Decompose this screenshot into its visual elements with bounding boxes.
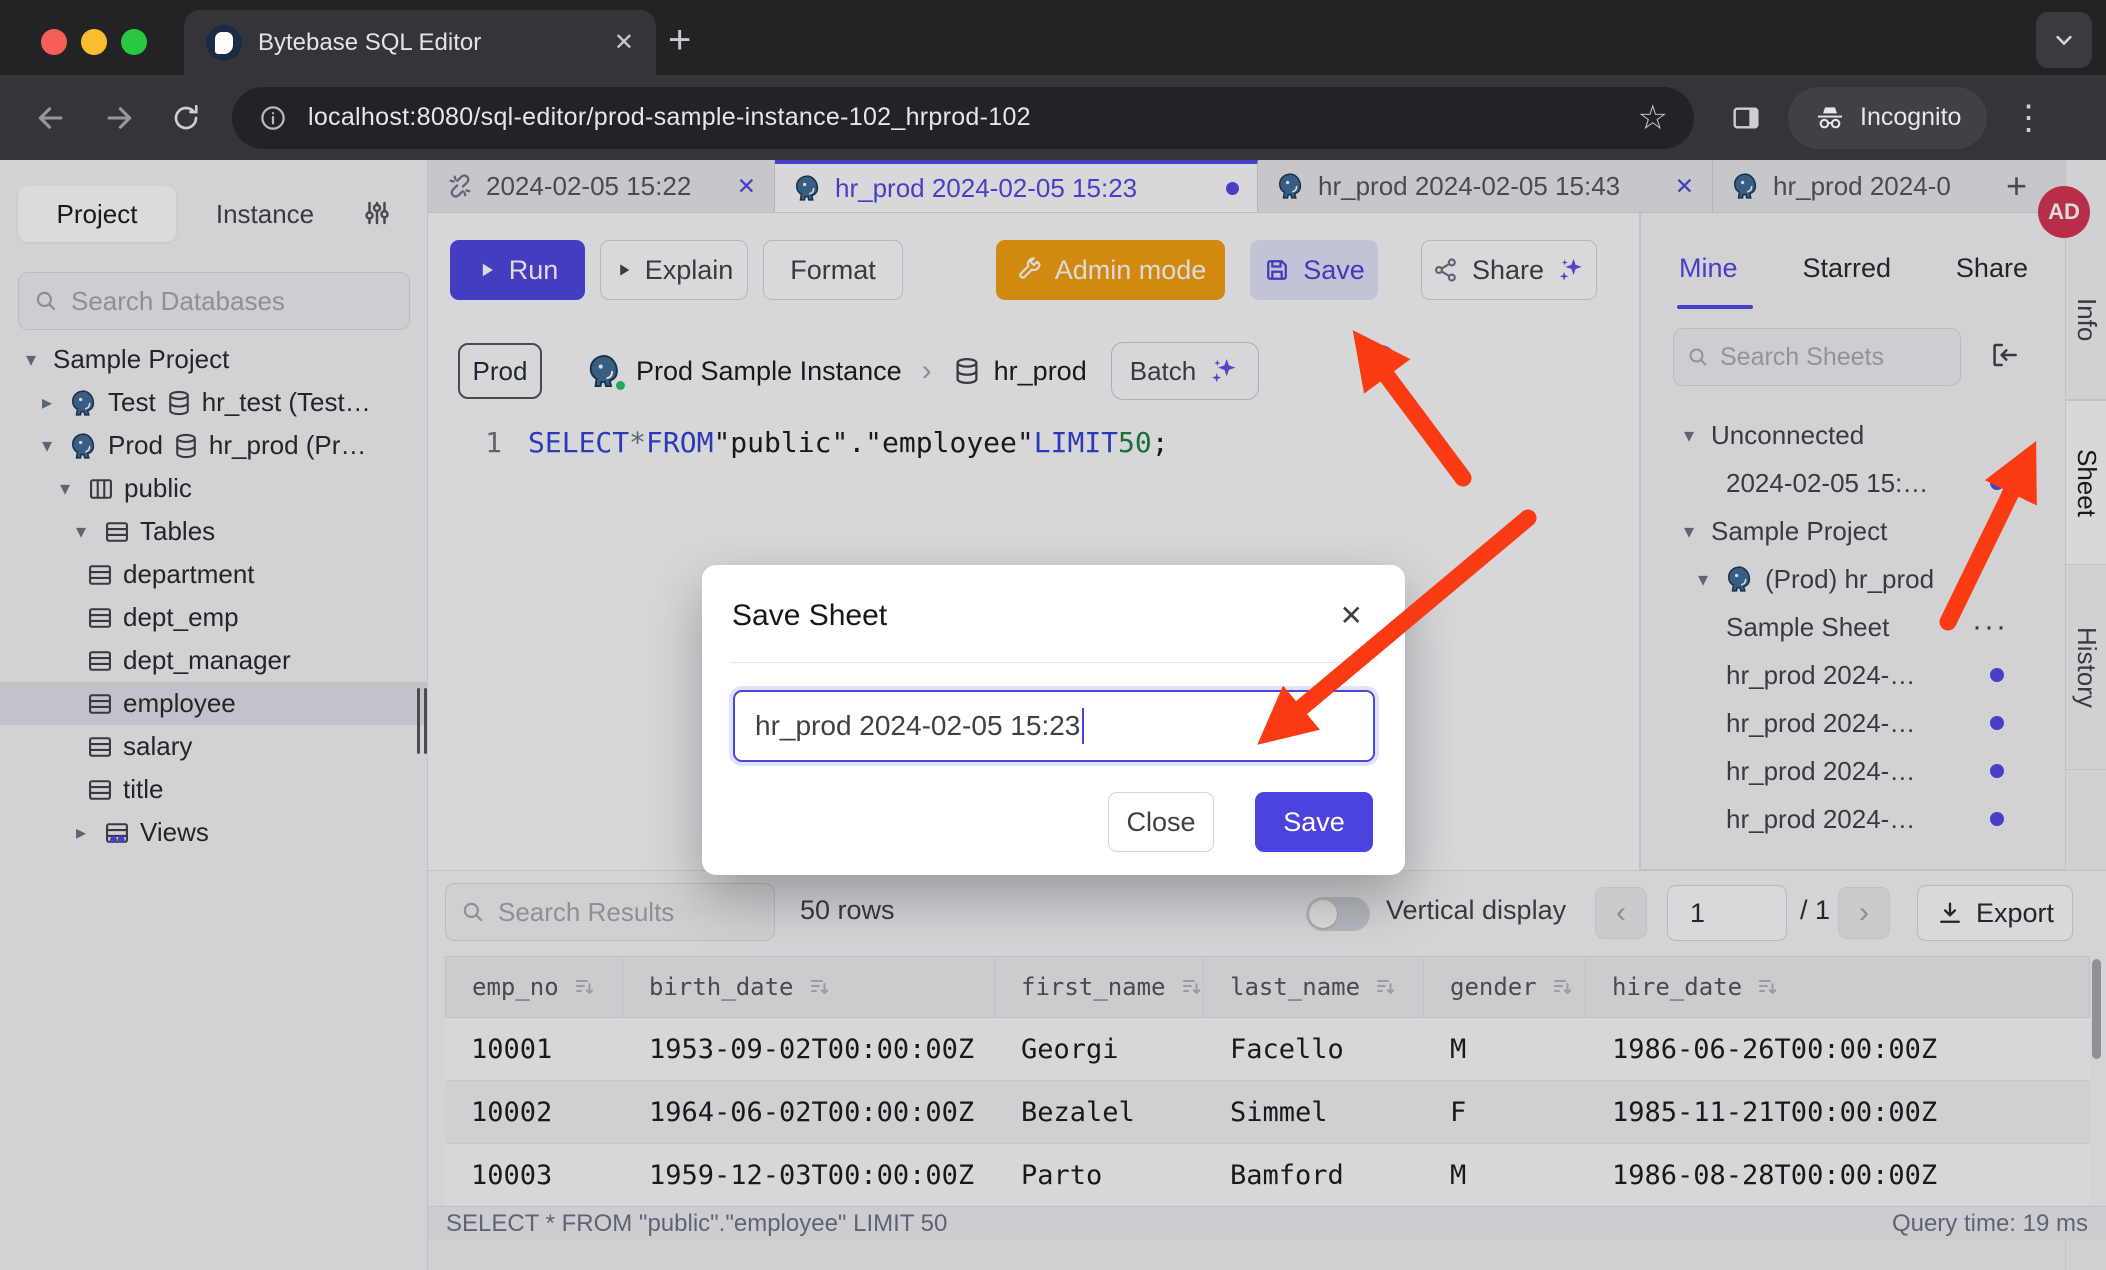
bytebase-favicon — [206, 25, 242, 61]
dialog-close-icon[interactable]: ✕ — [1340, 599, 1363, 632]
side-panel-icon[interactable] — [1730, 102, 1762, 134]
dialog-save-button[interactable]: Save — [1255, 792, 1373, 852]
address-bar[interactable]: localhost:8080/sql-editor/prod-sample-in… — [232, 87, 1694, 149]
reload-button[interactable] — [170, 102, 202, 134]
incognito-label: Incognito — [1860, 103, 1961, 132]
tab-search-chevron-button[interactable] — [2036, 12, 2092, 68]
browser-toolbar: localhost:8080/sql-editor/prod-sample-in… — [0, 75, 2106, 160]
window-minimize-button[interactable] — [81, 29, 107, 55]
browser-tab-title: Bytebase SQL Editor — [258, 29, 598, 57]
bookmark-star-icon[interactable]: ☆ — [1638, 98, 1668, 138]
browser-tab-close-icon[interactable]: ✕ — [614, 28, 634, 57]
browser-tab[interactable]: Bytebase SQL Editor ✕ — [184, 10, 656, 75]
sheet-name-input[interactable]: hr_prod 2024-02-05 15:23 — [733, 690, 1375, 762]
save-sheet-dialog: Save Sheet ✕ hr_prod 2024-02-05 15:23 Cl… — [702, 565, 1405, 875]
forward-button[interactable] — [102, 101, 136, 135]
text-caret — [1082, 708, 1084, 744]
url-text[interactable]: localhost:8080/sql-editor/prod-sample-in… — [308, 103, 1618, 132]
dialog-divider — [730, 662, 1377, 663]
new-browser-tab-button[interactable]: + — [668, 18, 691, 63]
browser-menu-icon[interactable]: ⋮ — [2011, 98, 2045, 138]
incognito-badge: Incognito — [1788, 87, 1987, 149]
chevron-down-icon — [2050, 26, 2078, 54]
window-close-button[interactable] — [41, 29, 67, 55]
incognito-icon — [1814, 102, 1846, 134]
back-button[interactable] — [34, 101, 68, 135]
site-info-icon[interactable] — [258, 103, 288, 133]
window-zoom-button[interactable] — [121, 29, 147, 55]
dialog-title: Save Sheet — [732, 599, 887, 633]
dialog-close-button[interactable]: Close — [1108, 792, 1214, 852]
